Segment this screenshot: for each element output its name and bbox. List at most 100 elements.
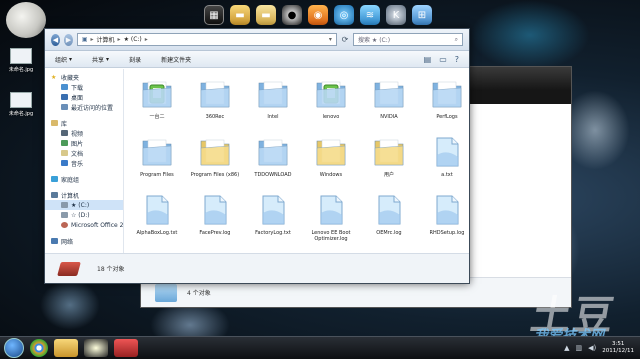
nav-item-office-drive[interactable]: Microsoft Office 2 <box>51 220 123 230</box>
folder-icon <box>314 77 348 111</box>
file-item[interactable]: FactoryLog.txt <box>244 193 301 245</box>
nav-homegroup[interactable]: 家庭组 <box>51 174 123 184</box>
forward-button[interactable]: ▶ <box>63 33 73 46</box>
wallpaper-flower <box>40 280 100 330</box>
breadcrumb-separator: ▸ <box>144 36 148 43</box>
breadcrumb-computer[interactable]: 计算机 <box>97 35 115 44</box>
nav-computer[interactable]: 计算机 <box>51 190 123 200</box>
file-name: RHDSetup.log <box>429 230 465 236</box>
nav-item-downloads[interactable]: 下载 <box>51 82 123 92</box>
desktop-icon[interactable]: 未命名.jpg <box>0 92 42 117</box>
nav-libraries[interactable]: 库 <box>51 118 123 128</box>
breadcrumb-drive[interactable]: ★ (C:) <box>124 36 142 43</box>
chevron-down-icon[interactable]: ▾ <box>329 36 332 43</box>
nav-item-music[interactable]: 音乐 <box>51 158 123 168</box>
file-name: 360Rec <box>205 114 225 120</box>
nav-favorites[interactable]: ★ 收藏夹 <box>51 72 123 82</box>
explorer-window[interactable]: ◀ ▶ ▣ ▸ 计算机 ▸ ★ (C:) ▸ ▾ ⟳ 搜索 ★ (C:) ⌕ 组… <box>44 28 470 284</box>
file-item[interactable]: RHDSetup.log <box>418 193 469 245</box>
file-name: lenovo <box>322 114 340 120</box>
command-bar: 组织 ▾ 共享 ▾ 刻录 新建文件夹 ▤ ▭ ? <box>45 51 469 68</box>
wallpaper-figure <box>470 0 590 70</box>
organize-button[interactable]: 组织 ▾ <box>55 55 72 64</box>
computer-icon: ▣ <box>81 36 88 43</box>
file-item[interactable]: OEMrc.log <box>360 193 417 245</box>
burn-button[interactable]: 刻录 <box>129 55 141 64</box>
file-item[interactable]: Intel <box>244 77 301 129</box>
back-button[interactable]: ◀ <box>51 33 60 46</box>
nav-item-documents[interactable]: 文档 <box>51 148 123 158</box>
document-icon <box>61 150 68 156</box>
refresh-button[interactable]: ⟳ <box>341 34 349 45</box>
text-file-icon <box>430 135 464 169</box>
folder-icon[interactable]: ▬ <box>230 5 250 25</box>
clock-date: 2011/12/11 <box>602 348 634 354</box>
taskbar: ▲ ▥ ◀) 3:51 2011/12/11 <box>0 336 640 359</box>
file-item[interactable]: Lenovo EE Boot Optimizer.log <box>302 193 359 245</box>
folder-icon[interactable] <box>54 339 78 357</box>
chrome-icon[interactable] <box>30 339 48 357</box>
nav-item-pictures[interactable]: 图片 <box>51 138 123 148</box>
clock[interactable]: 3:51 2011/12/11 <box>602 341 634 355</box>
drive-icon <box>61 202 68 208</box>
file-name: a.txt <box>441 172 453 178</box>
app-icon[interactable]: ◉ <box>308 5 328 25</box>
computer-icon <box>51 192 58 198</box>
qq-icon[interactable]: ● <box>282 5 302 25</box>
file-item[interactable]: NVIDIA <box>360 77 417 129</box>
tray-arrow-icon[interactable]: ▲ <box>564 344 569 352</box>
nav-item-drive-d[interactable]: ☆ (D:) <box>51 210 123 220</box>
window-icon[interactable]: ⊞ <box>412 5 432 25</box>
network-icon <box>51 238 58 244</box>
text-file-icon <box>256 193 290 227</box>
media-icon[interactable] <box>114 339 138 357</box>
help-icon[interactable]: ? <box>455 55 459 64</box>
network-status-icon[interactable]: ▥ <box>576 344 583 352</box>
thumbnail-icon[interactable]: ▦ <box>204 5 224 25</box>
desktop-icon[interactable]: 未命名.jpg <box>0 48 42 73</box>
file-name: OEMrc.log <box>376 230 402 236</box>
file-item[interactable]: 360Rec <box>186 77 243 129</box>
folder-icon <box>155 283 177 302</box>
file-name: FactoryLog.txt <box>255 230 291 236</box>
picture-icon <box>61 140 68 146</box>
layers-icon[interactable]: ≋ <box>360 5 380 25</box>
file-name: Program Files (x86) <box>190 172 240 178</box>
file-item[interactable]: AlphaBoxLog.txt <box>128 193 185 245</box>
file-item[interactable]: 用户 <box>360 135 417 187</box>
library-icon <box>51 120 58 126</box>
file-item[interactable]: FacePrev.log <box>186 193 243 245</box>
image-file-icon <box>10 92 32 108</box>
nav-item-drive-c[interactable]: ★ (C:) <box>45 200 124 210</box>
file-name: Windows <box>319 172 343 178</box>
volume-icon[interactable]: ◀) <box>588 344 596 352</box>
k-icon[interactable]: K <box>386 5 406 25</box>
chevron-down-icon: ▾ <box>69 55 73 63</box>
network-icon[interactable]: ◎ <box>334 5 354 25</box>
file-item[interactable]: Program Files <box>128 135 185 187</box>
nav-network[interactable]: 网络 <box>51 236 123 246</box>
file-item[interactable]: lenovo <box>302 77 359 129</box>
nav-item-videos[interactable]: 视频 <box>51 128 123 138</box>
file-item[interactable]: Program Files (x86) <box>186 135 243 187</box>
file-item[interactable]: 一台二 <box>128 77 185 129</box>
qq-icon[interactable] <box>84 339 108 357</box>
nav-item-recent[interactable]: 最近访问的位置 <box>51 102 123 112</box>
desktop-icon-label: 未命名.jpg <box>8 67 34 73</box>
file-name: Lenovo EE Boot Optimizer.log <box>311 230 351 242</box>
view-options-icon[interactable]: ▤ <box>424 55 432 64</box>
new-folder-button[interactable]: 新建文件夹 <box>161 55 191 64</box>
search-icon[interactable]: ⌕ <box>455 36 458 44</box>
file-item[interactable]: a.txt <box>418 135 469 187</box>
folder-icon[interactable]: ▬ <box>256 5 276 25</box>
nav-item-desktop[interactable]: 桌面 <box>51 92 123 102</box>
folder-icon <box>256 135 290 169</box>
file-item[interactable]: Windows <box>302 135 359 187</box>
start-button[interactable] <box>4 338 24 358</box>
search-input[interactable]: 搜索 ★ (C:) ⌕ <box>353 33 464 46</box>
share-button[interactable]: 共享 ▾ <box>92 55 109 64</box>
preview-pane-icon[interactable]: ▭ <box>439 55 447 64</box>
address-bar[interactable]: ▣ ▸ 计算机 ▸ ★ (C:) ▸ ▾ <box>76 33 337 46</box>
file-item[interactable]: TDDOWNLOAD <box>244 135 301 187</box>
file-item[interactable]: PerfLogs <box>418 77 469 129</box>
